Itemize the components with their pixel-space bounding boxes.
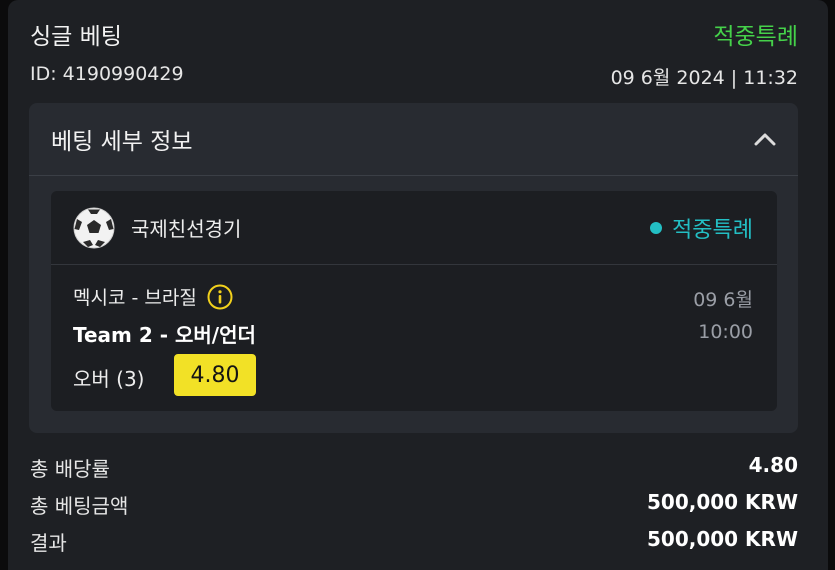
summary-label: 총 베팅금액	[30, 494, 129, 518]
summary-total-odds: 총 배당률 4.80	[30, 453, 798, 482]
match-teams: 멕시코 - 브라질	[73, 283, 233, 310]
chevron-up-icon[interactable]	[754, 128, 776, 150]
league-name: 국제친선경기	[131, 217, 242, 241]
bet-details-panel: 베팅 세부 정보 국제친선경기 적중특례 멕시코 - 브라질 Team 2 - …	[29, 103, 798, 433]
match-time: 10:00	[698, 321, 753, 343]
summary-label: 결과	[30, 531, 67, 555]
bet-details-title: 베팅 세부 정보	[51, 129, 193, 155]
bet-status: 적중특례	[713, 24, 798, 50]
market-name: Team 2 - 오버/언더	[73, 323, 256, 347]
summary-value: 500,000 KRW	[646, 527, 798, 551]
match-status: 적중특례	[650, 212, 753, 244]
bet-card: 싱글 베팅 적중특례 ID: 4190990429 09 6월 2024 | 1…	[8, 0, 828, 570]
summary-result: 결과 500,000 KRW	[30, 527, 798, 556]
summary-value: 500,000 KRW	[646, 490, 798, 514]
bet-datetime: 09 6월 2024 | 11:32	[610, 67, 798, 89]
match-date: 09 6월	[693, 289, 753, 311]
summary-label: 총 배당률	[30, 457, 110, 481]
bet-details-header[interactable]: 베팅 세부 정보	[29, 103, 798, 176]
bet-type-title: 싱글 베팅	[30, 24, 122, 50]
match-status-label: 적중특례	[672, 217, 753, 243]
match-header: 국제친선경기 적중특례	[51, 191, 777, 265]
bet-id: ID: 4190990429	[30, 63, 184, 85]
teams-label: 멕시코 - 브라질	[73, 287, 197, 309]
status-dot-icon	[650, 221, 663, 234]
odds-badge: 4.80	[174, 354, 256, 396]
info-icon[interactable]	[207, 284, 233, 310]
summary-total-stake: 총 베팅금액 500,000 KRW	[30, 490, 798, 519]
selection-label: 오버 (3)	[73, 367, 145, 391]
match-card: 국제친선경기 적중특례 멕시코 - 브라질 Team 2 - 오버/언더 오버 …	[51, 191, 777, 411]
soccer-ball-icon	[73, 207, 115, 249]
summary-value: 4.80	[748, 453, 798, 477]
